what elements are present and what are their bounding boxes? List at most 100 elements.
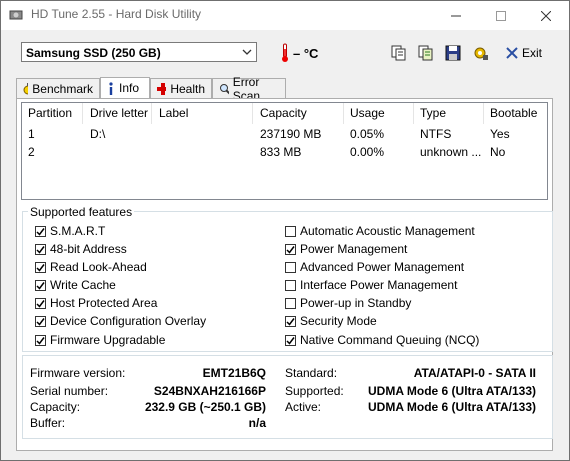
feature-firmware-upgradable[interactable]: Firmware Upgradable (35, 333, 165, 347)
temperature-readout: – °C (293, 46, 319, 61)
feature-label: Firmware Upgradable (50, 333, 166, 347)
checkbox-checked-icon[interactable] (35, 334, 46, 346)
firmware-label: Firmware version: (30, 366, 126, 380)
cell-type: NTFS (420, 127, 452, 141)
checkbox-checked-icon[interactable] (35, 279, 46, 291)
tab-info[interactable]: Info (100, 77, 150, 98)
supported-features-group: Supported features S.M.A.R.T 48-bit Addr… (22, 205, 553, 352)
cell-partition: 1 (28, 127, 35, 141)
tab-benchmark[interactable]: Benchmark (16, 78, 100, 98)
minimize-icon (450, 15, 461, 16)
cell-drive-letter: D:\ (90, 127, 106, 141)
tab-error-scan[interactable]: Error Scan (212, 75, 286, 103)
feature-power-up-in-standby[interactable]: Power-up in Standby (285, 296, 411, 310)
copy-all-icon[interactable] (417, 44, 435, 62)
serial-value: S24BNXAH216166P (153, 384, 266, 398)
drive-select-value: Samsung SSD (250 GB) (26, 46, 161, 60)
active-label: Active: (285, 400, 322, 414)
feature-automatic-acoustic-management[interactable]: Automatic Acoustic Management (285, 224, 475, 238)
checkbox-unchecked-icon[interactable] (285, 261, 296, 273)
cell-bootable: Yes (490, 127, 510, 141)
feature-security-mode[interactable]: Security Mode (285, 314, 377, 328)
cell-bootable: No (490, 145, 506, 159)
feature-label: Read Look-Ahead (50, 260, 147, 274)
capacity-label: Capacity: (30, 400, 81, 414)
feature-advanced-power-management[interactable]: Advanced Power Management (285, 260, 464, 274)
checkbox-checked-icon[interactable] (35, 315, 46, 327)
feature-label: Host Protected Area (50, 296, 158, 310)
feature-smart[interactable]: S.M.A.R.T (35, 224, 105, 238)
exit-button[interactable]: Exit (506, 42, 542, 64)
feature-label: Device Configuration Overlay (50, 314, 207, 328)
serial-label: Serial number: (30, 384, 109, 398)
feature-label: 48-bit Address (50, 242, 127, 256)
buffer-label: Buffer: (30, 416, 66, 430)
feature-host-protected-area[interactable]: Host Protected Area (35, 296, 157, 310)
feature-write-cache[interactable]: Write Cache (35, 278, 116, 292)
feature-label: S.M.A.R.T (50, 224, 106, 238)
column-header[interactable]: Type (414, 103, 484, 124)
feature-label: Power Management (300, 242, 408, 256)
feature-label: Power-up in Standby (300, 296, 412, 310)
exit-x-icon (506, 47, 518, 59)
cell-partition: 2 (28, 145, 35, 159)
checkbox-unchecked-icon[interactable] (285, 225, 296, 237)
thermometer-icon (282, 43, 288, 62)
feature-device-configuration-overlay[interactable]: Device Configuration Overlay (35, 314, 206, 328)
cell-capacity: 237190 MB (260, 127, 322, 141)
copy-icon[interactable] (390, 44, 408, 62)
column-header[interactable]: Drive letter (84, 103, 152, 124)
chevron-down-icon (242, 49, 252, 55)
checkbox-checked-icon[interactable] (285, 334, 296, 346)
feature-label: Advanced Power Management (300, 260, 465, 274)
cell-usage: 0.05% (350, 127, 385, 141)
checkbox-checked-icon[interactable] (35, 261, 46, 273)
column-header[interactable]: Label (153, 103, 253, 124)
cell-capacity: 833 MB (260, 145, 302, 159)
stopwatch-icon (23, 82, 29, 94)
column-header[interactable]: Bootable (484, 103, 547, 124)
health-cross-icon (157, 82, 167, 95)
hard-disk-icon (9, 10, 23, 20)
minimize-button[interactable] (433, 1, 478, 30)
feature-power-management[interactable]: Power Management (285, 242, 407, 256)
checkbox-unchecked-icon[interactable] (285, 297, 296, 309)
standard-label: Standard: (285, 366, 338, 380)
buffer-value: n/a (248, 416, 266, 430)
save-icon[interactable] (444, 44, 462, 62)
drive-info-group: Firmware version: EMT21B6Q Serial number… (22, 355, 553, 439)
column-header[interactable]: Capacity (254, 103, 344, 124)
tab-health[interactable]: Health (150, 78, 212, 98)
maximize-button[interactable] (478, 1, 523, 30)
feature-48bit-address[interactable]: 48-bit Address (35, 242, 127, 256)
info-icon (109, 81, 113, 95)
tab-label: Benchmark (32, 81, 93, 96)
cell-type: unknown ... (420, 145, 482, 159)
exit-label: Exit (522, 46, 543, 60)
checkbox-checked-icon[interactable] (35, 297, 46, 309)
feature-interface-power-management[interactable]: Interface Power Management (285, 278, 457, 292)
info-panel: Partition Drive letter Label Capacity Us… (16, 98, 553, 451)
column-header[interactable]: Partition (22, 103, 83, 124)
close-button[interactable] (523, 1, 568, 30)
partition-table[interactable]: Partition Drive letter Label Capacity Us… (21, 102, 548, 200)
checkbox-unchecked-icon[interactable] (285, 279, 296, 291)
checkbox-checked-icon[interactable] (285, 315, 296, 327)
cell-usage: 0.00% (350, 145, 385, 159)
title-bar: HD Tune 2.55 - Hard Disk Utility (1, 1, 569, 30)
feature-read-look-ahead[interactable]: Read Look-Ahead (35, 260, 147, 274)
feature-label: Native Command Queuing (NCQ) (300, 333, 480, 347)
drive-select[interactable]: Samsung SSD (250 GB) (21, 42, 257, 62)
options-icon[interactable] (471, 44, 489, 62)
toolbar: Samsung SSD (250 GB) – °C Exit (1, 30, 569, 76)
checkbox-checked-icon[interactable] (35, 225, 46, 237)
checkbox-checked-icon[interactable] (35, 243, 46, 255)
checkbox-checked-icon[interactable] (285, 243, 296, 255)
tab-label: Info (119, 81, 140, 95)
app-window: HD Tune 2.55 - Hard Disk Utility Samsung… (0, 0, 570, 461)
capacity-value: 232.9 GB (~250.1 GB) (144, 400, 266, 414)
feature-label: Interface Power Management (300, 278, 458, 292)
feature-ncq[interactable]: Native Command Queuing (NCQ) (285, 333, 479, 347)
close-icon (540, 10, 551, 21)
column-header[interactable]: Usage (344, 103, 414, 124)
